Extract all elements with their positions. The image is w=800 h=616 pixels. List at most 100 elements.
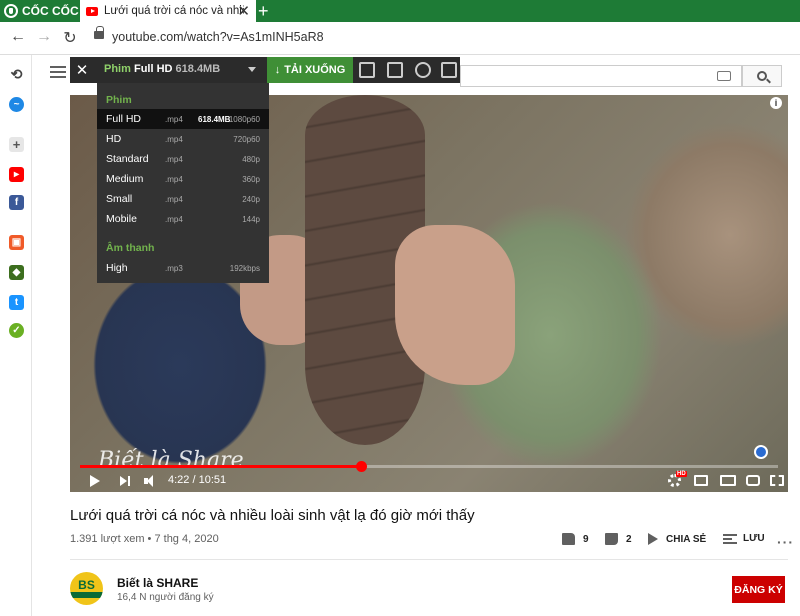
keyboard-icon[interactable] (717, 71, 731, 81)
option-ext: .mp4 (165, 114, 183, 124)
quality-option[interactable]: Small .mp4 240p (97, 189, 269, 209)
section-video-label: Phim (106, 94, 132, 106)
url-field[interactable]: youtube.com/watch?v=As1mINH5aR8 (112, 30, 324, 44)
option-quality: Mobile (106, 213, 137, 225)
dislike-button[interactable]: 2 (605, 533, 632, 545)
fullscreen-icon[interactable] (770, 475, 784, 486)
selected-size: 618.4MB (175, 63, 221, 75)
menu-icon[interactable] (50, 66, 66, 78)
option-res: 1080p60 (228, 114, 260, 124)
dislike-count: 2 (626, 533, 632, 545)
forward-arrow-icon[interactable]: → (34, 28, 54, 46)
video-title: Lưới quá trời cá nóc và nhiều loài sinh … (70, 507, 475, 524)
shopee-icon[interactable]: ▣ (9, 235, 24, 250)
game-icon[interactable]: ◆ (9, 265, 24, 280)
thumbs-down-icon (605, 533, 618, 545)
download-arrow-icon: ↓ (274, 64, 281, 76)
video-hand-right (395, 225, 515, 385)
option-quality: High (106, 262, 128, 274)
option-ext: .mp4 (165, 194, 183, 204)
history-icon[interactable]: ⟲ (9, 66, 24, 82)
option-quality: Full HD (106, 113, 142, 125)
close-tab-icon[interactable]: ✕ (237, 2, 250, 20)
skip-icon[interactable] (441, 62, 457, 78)
cast-icon[interactable] (746, 475, 760, 486)
search-input[interactable] (460, 65, 742, 87)
share-button[interactable]: CHIA SẺ (648, 533, 706, 545)
search-button[interactable] (742, 65, 782, 87)
close-icon[interactable]: ✕ (70, 57, 94, 83)
avatar-text: BS (78, 578, 95, 592)
coccoc-logo-icon (4, 4, 18, 18)
browser-name: CỐC CỐC (22, 4, 79, 18)
quality-select[interactable]: Phim Full HD 618.4MB (104, 63, 220, 75)
play-icon[interactable] (90, 475, 100, 487)
like-button[interactable]: 9 (562, 533, 589, 545)
picture-in-picture-icon[interactable] (387, 62, 403, 78)
browser-logo[interactable]: CỐC CỐC (4, 2, 79, 20)
lightbulb-icon[interactable] (415, 62, 431, 78)
quality-option[interactable]: Mobile .mp4 144p (97, 209, 269, 229)
like-count: 9 (583, 533, 589, 545)
back-arrow-icon[interactable]: ← (8, 28, 28, 46)
address-bar-row: ← → ↻ youtube.com/watch?v=As1mINH5aR8 (0, 22, 800, 55)
messenger-icon[interactable]: ~ (9, 97, 24, 112)
add-sidebar-icon[interactable]: + (9, 137, 24, 152)
player-controls: 4:22 / 10:51 HD (70, 471, 788, 492)
info-icon[interactable]: i (770, 97, 782, 109)
download-button[interactable]: ↓ TẢI XUỐNG (267, 57, 353, 83)
save-button[interactable]: LƯU (723, 533, 765, 544)
chevron-down-icon[interactable] (248, 67, 256, 72)
option-res: 480p (242, 154, 260, 164)
channel-watermark-icon[interactable] (754, 445, 768, 459)
browser-sidebar: ⟲ ~ + ▸ f ▣ ◆ t ✓ (0, 55, 32, 616)
more-options-icon[interactable]: ··· (777, 534, 794, 550)
video-watermark: Biết là Share (98, 448, 244, 473)
subscriber-count: 16,4 N người đăng ký (117, 592, 214, 603)
option-ext: .mp3 (165, 263, 183, 273)
progress-bar[interactable] (80, 461, 778, 472)
quality-option[interactable]: Standard .mp4 480p (97, 149, 269, 169)
lock-icon[interactable] (94, 26, 104, 39)
new-tab-icon[interactable]: + (258, 0, 269, 22)
theater-mode-icon[interactable] (720, 475, 736, 486)
tiki-icon[interactable]: t (9, 295, 24, 310)
option-ext: .mp4 (165, 174, 183, 184)
audio-option[interactable]: High .mp3 192kbps (97, 258, 269, 278)
hd-badge-icon: HD (676, 471, 687, 477)
option-res: 240p (242, 194, 260, 204)
miniplayer-icon[interactable] (694, 475, 708, 486)
channel-name[interactable]: Biết là SHARE (117, 576, 198, 590)
share-icon (648, 533, 658, 545)
video-meta: 1.391 lượt xem • 7 thg 4, 2020 (70, 533, 219, 545)
option-ext: .mp4 (165, 214, 183, 224)
tab-strip: CỐC CỐC Lưới quá trời cá nóc và nhiều lo… (0, 0, 800, 22)
save-label: LƯU (743, 533, 765, 544)
option-res: 720p60 (233, 134, 260, 144)
selected-quality: Full HD (133, 63, 173, 75)
reload-icon[interactable]: ↻ (60, 28, 80, 48)
channel-avatar[interactable]: BS (70, 572, 103, 605)
quality-option[interactable]: Full HD .mp4 618.4MB 1080p60 (97, 109, 269, 129)
subscribe-button[interactable]: ĐĂNG KÝ (732, 576, 785, 603)
quality-dropdown: Phim Full HD .mp4 618.4MB 1080p60 HD .mp… (97, 83, 269, 283)
quality-option[interactable]: HD .mp4 720p60 (97, 129, 269, 149)
tab-youtube[interactable]: Lưới quá trời cá nóc và nhiều loài sinh … (80, 0, 256, 22)
volume-icon[interactable] (144, 475, 158, 487)
time-display: 4:22 / 10:51 (168, 474, 227, 486)
next-icon[interactable] (120, 476, 131, 487)
facebook-icon[interactable]: f (9, 195, 24, 210)
quality-option[interactable]: Medium .mp4 360p (97, 169, 269, 189)
option-quality: HD (106, 133, 122, 145)
progress-fill (80, 465, 361, 468)
option-res: 360p (242, 174, 260, 184)
option-ext: .mp4 (165, 154, 183, 164)
section-audio-label: Âm thanh (106, 242, 155, 254)
open-folder-icon[interactable] (359, 62, 375, 78)
option-quality: Small (106, 193, 133, 205)
coccoc-extension-icon[interactable]: ✓ (9, 323, 24, 338)
youtube-sidebar-icon[interactable]: ▸ (9, 167, 24, 182)
type-label: Phim (104, 63, 131, 75)
divider (70, 559, 788, 560)
option-res: 144p (242, 214, 260, 224)
